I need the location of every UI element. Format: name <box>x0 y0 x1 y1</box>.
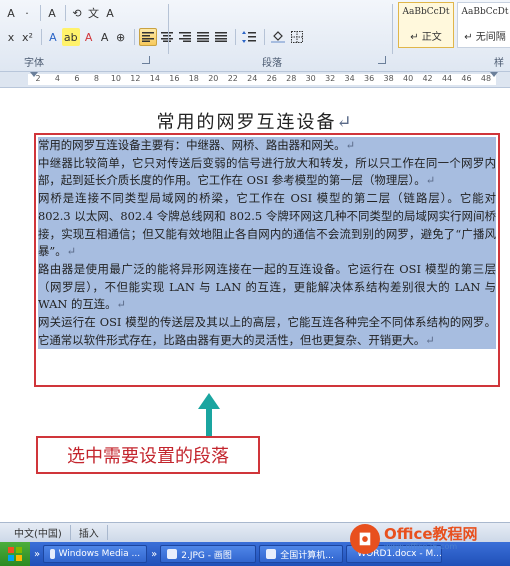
justify-icon <box>196 32 209 42</box>
watermark-url: www.office26.com <box>384 541 458 551</box>
distributed-icon <box>214 32 227 42</box>
document-title: 常用的网罗互连设备↵ <box>156 112 354 133</box>
align-left-icon <box>141 32 154 42</box>
paint-bucket-icon <box>270 31 285 43</box>
phonetic-button[interactable]: 文 <box>86 4 101 22</box>
taskbar-item-exam[interactable]: 全国计算机... <box>259 545 344 563</box>
paint-icon <box>167 549 178 559</box>
justify-button[interactable] <box>195 28 211 46</box>
horizontal-ruler[interactable]: 2 4 6 8 10 12 14 16 18 20 22 24 26 28 30 32 34 36 38 40 42 44… <box>0 72 510 88</box>
ruler-number: 38 <box>383 74 394 83</box>
borders-button[interactable] <box>289 28 305 46</box>
line-spacing-icon <box>241 31 256 43</box>
paragraph[interactable]: 网桥是连接不同类型局域网的桥梁，它工作在 OSI 模型的第二层（链路层）。它能对… <box>38 190 496 261</box>
status-insert-mode[interactable]: 插入 <box>71 525 108 540</box>
align-left-button[interactable] <box>138 28 157 46</box>
ruler-number: 44 <box>441 74 453 83</box>
ruler-number: 8 <box>93 74 99 83</box>
media-icon <box>50 549 55 559</box>
document-page[interactable]: 常用的网罗互连设备↵ 常用的网罗互连设备主要有：中继器、网桥、路由器和网关。↵ … <box>0 88 510 522</box>
align-right-button[interactable] <box>177 28 193 46</box>
shading-button[interactable] <box>269 28 287 46</box>
ribbon-row-1: A · A ⟲ 文 A <box>4 2 119 24</box>
subscript-button[interactable]: x <box>4 28 18 46</box>
ruler-number: 40 <box>402 74 414 83</box>
windows-logo-icon <box>8 547 22 561</box>
taskbar-item-media[interactable]: Windows Media ... <box>43 545 148 563</box>
group-label-paragraph: 段落 <box>262 58 282 69</box>
ruler-number: 26 <box>266 74 277 83</box>
start-button[interactable] <box>0 542 30 566</box>
ruler-number: 32 <box>325 74 336 83</box>
ruler-number: 16 <box>169 74 180 83</box>
paragraph[interactable]: 中继器比较简单，它只对传送后变弱的信号进行放大和转发，所以只工作在同一个网罗内部… <box>38 154 496 191</box>
char-border-button[interactable]: A <box>103 4 117 22</box>
style-name: ↵ 正文 <box>410 32 442 43</box>
ruler-number: 10 <box>110 74 121 83</box>
first-line-indent-handle[interactable] <box>30 72 38 77</box>
ruler-number: 42 <box>422 74 433 83</box>
status-language[interactable]: 中文(中国) <box>6 525 71 540</box>
font-shrink-button[interactable]: · <box>20 4 34 22</box>
align-center-button[interactable] <box>159 28 175 46</box>
ribbon-row-2: x x² A ab A A ⊕ <box>4 26 307 48</box>
distributed-button[interactable] <box>213 28 229 46</box>
enclose-char-button[interactable]: ⊕ <box>114 28 128 46</box>
watermark-title: Office教程网 <box>384 525 478 544</box>
styles-gallery: AaBbCcDt ↵ 正文 AaBbCcDt ↵ 无间隔 <box>398 2 510 50</box>
exam-app-icon <box>266 549 277 559</box>
ruler-number: 18 <box>188 74 199 83</box>
ruler-number: 20 <box>208 74 219 83</box>
line-spacing-button[interactable] <box>240 28 258 46</box>
paragraph[interactable]: 常用的网罗互连设备主要有：中继器、网桥、路由器和网关。↵ <box>38 137 496 155</box>
ribbon-group-labels: 字体 段落 样式 <box>0 54 510 84</box>
taskbar-group-chevron-icon[interactable]: » <box>151 549 157 560</box>
style-sample: AaBbCcDt <box>402 7 450 17</box>
ruler-number: 30 <box>305 74 316 83</box>
pointer-arrow-icon <box>198 393 220 439</box>
char-shading-button[interactable]: A <box>98 28 112 46</box>
paragraph-dialog-launcher-icon[interactable] <box>378 56 386 64</box>
group-label-font: 字体 <box>24 58 44 69</box>
ruler-number: 14 <box>149 74 160 83</box>
style-sample: AaBbCcDt <box>461 7 509 17</box>
align-center-icon <box>160 32 173 42</box>
ruler-number: 46 <box>461 74 472 83</box>
ruler-number: 6 <box>74 74 80 83</box>
selected-paragraphs[interactable]: 常用的网罗互连设备主要有：中继器、网桥、路由器和网关。↵ 中继器比较简单，它只对… <box>38 137 496 385</box>
borders-icon <box>290 31 303 43</box>
font-color-button[interactable]: A <box>82 28 96 46</box>
ruler-number: 22 <box>227 74 238 83</box>
style-no-spacing[interactable]: AaBbCcDt ↵ 无间隔 <box>457 2 510 48</box>
highlight-button[interactable]: ab <box>61 28 80 46</box>
ruler-number: 28 <box>286 74 297 83</box>
taskbar-item-paint[interactable]: 2.JPG - 画图 <box>160 545 257 563</box>
callout-label: 选中需要设置的段落 <box>36 436 260 474</box>
ruler-number: 12 <box>130 74 141 83</box>
paragraph[interactable]: 网关运行在 OSI 模型的传送层及其以上的高层，它能互连各种完全不同体系结构的网… <box>38 314 496 350</box>
superscript-button[interactable]: x² <box>20 28 35 46</box>
paragraph[interactable]: 路由器是使用最广泛的能将异形网连接在一起的互连设备。它运行在 OSI 模型的第三… <box>38 260 496 315</box>
text-effect-button[interactable]: A <box>46 28 60 46</box>
ruler-number: 24 <box>247 74 258 83</box>
ruler-number: 36 <box>364 74 375 83</box>
paragraph-mark: ↵ <box>336 112 354 133</box>
ruler-number: 4 <box>54 74 61 83</box>
clear-format-button[interactable]: ⟲ <box>70 4 84 22</box>
ruler-number: 34 <box>344 74 355 83</box>
style-normal[interactable]: AaBbCcDt ↵ 正文 <box>398 2 454 48</box>
quick-launch-chevron-icon[interactable]: » <box>34 549 40 560</box>
change-case-button[interactable]: A <box>45 4 59 22</box>
ribbon: A · A ⟲ 文 A x x² A ab A A ⊕ AaBbCcDt ↵ 正… <box>0 0 510 84</box>
site-watermark: ◘ Office教程网 www.office26.com <box>350 519 506 559</box>
office-logo-icon: ◘ <box>350 524 380 554</box>
font-dialog-launcher-icon[interactable] <box>142 56 150 64</box>
ruler-track: 2 4 6 8 10 12 14 16 18 20 22 24 26 28 30 32 34 36 38 40 42 44… <box>28 74 496 85</box>
style-name: ↵ 无间隔 <box>464 32 506 43</box>
font-grow-button[interactable]: A <box>4 4 18 22</box>
align-right-icon <box>178 32 191 42</box>
right-indent-handle[interactable] <box>490 72 498 77</box>
